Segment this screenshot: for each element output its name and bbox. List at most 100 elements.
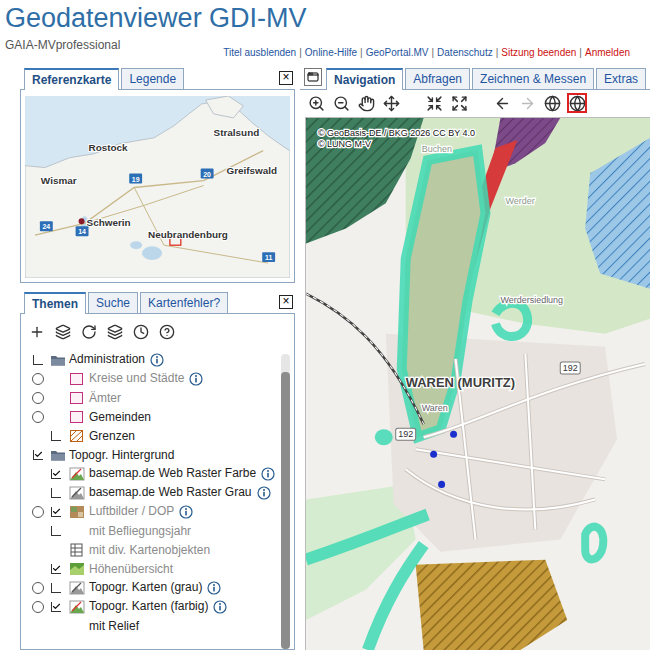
layer-label: Gemeinden bbox=[89, 410, 151, 424]
info-icon[interactable] bbox=[257, 486, 271, 500]
svg-text:11: 11 bbox=[265, 254, 272, 261]
layer-group[interactable]: Administration bbox=[29, 350, 281, 369]
svg-text:24: 24 bbox=[42, 223, 50, 230]
header-link[interactable]: Sitzung beenden bbox=[501, 47, 576, 58]
close-button[interactable]: × bbox=[279, 71, 293, 85]
layer-row[interactable]: basemap.de Web Raster Farbe bbox=[29, 464, 281, 483]
layer-row[interactable]: Topogr. Karten (grau) bbox=[29, 578, 281, 597]
tab[interactable]: Extras bbox=[596, 68, 646, 89]
map-attribution: © LUNG M-V bbox=[318, 139, 371, 149]
header-links: Titel ausblenden|Online-Hilfe|GeoPortal.… bbox=[223, 47, 630, 58]
clock-icon[interactable] bbox=[131, 322, 151, 342]
road-badge: 19 bbox=[129, 174, 142, 184]
layer-row[interactable]: mit div. Kartenobjekten bbox=[29, 540, 281, 559]
header-link[interactable]: Online-Hilfe bbox=[305, 47, 357, 58]
link-separator: | bbox=[360, 47, 363, 58]
zoom-in-icon[interactable] bbox=[306, 93, 326, 113]
layer-row[interactable]: mit Befliegungsjahr bbox=[29, 521, 281, 540]
tab[interactable]: Navigation bbox=[326, 68, 403, 90]
info-icon[interactable] bbox=[261, 467, 275, 481]
layer-group[interactable]: Topogr. Hintergrund bbox=[29, 445, 281, 464]
layer-row[interactable]: Höhenübersicht bbox=[29, 559, 281, 578]
layer-label: Ämter bbox=[89, 391, 121, 405]
layer-row[interactable]: Topogr. Karten (farbig) bbox=[29, 597, 281, 616]
layer-radio[interactable] bbox=[32, 582, 44, 594]
layer-checkbox[interactable] bbox=[51, 526, 61, 536]
layer-stack-icon[interactable] bbox=[105, 322, 125, 342]
forward-icon[interactable] bbox=[517, 93, 537, 113]
layer-checkbox[interactable] bbox=[51, 488, 61, 498]
window-icon[interactable] bbox=[304, 68, 322, 86]
info-icon[interactable] bbox=[213, 600, 227, 614]
info-icon[interactable] bbox=[150, 353, 164, 367]
layer-checkbox[interactable] bbox=[51, 564, 61, 574]
tab[interactable]: Referenzkarte bbox=[24, 68, 119, 90]
expand-icon[interactable] bbox=[449, 93, 469, 113]
layer-checkbox[interactable] bbox=[33, 450, 43, 460]
layer-row[interactable]: mit Relief bbox=[29, 616, 281, 635]
city-label: Neubrandenburg bbox=[148, 229, 228, 240]
layer-radio[interactable] bbox=[32, 373, 44, 385]
tab[interactable]: Suche bbox=[88, 292, 138, 313]
layer-checkbox[interactable] bbox=[51, 469, 61, 479]
close-button[interactable]: × bbox=[279, 295, 293, 309]
layer-row[interactable]: Grenzen bbox=[29, 426, 281, 445]
info-icon[interactable] bbox=[189, 372, 203, 386]
add-layer-icon[interactable] bbox=[27, 322, 47, 342]
back-icon[interactable] bbox=[492, 93, 512, 113]
layer-row[interactable]: basemap.de Web Raster Grau bbox=[29, 483, 281, 502]
svg-text:192: 192 bbox=[563, 363, 578, 373]
layer-radio[interactable] bbox=[32, 506, 44, 518]
map-canvas[interactable]: WAREN (MURITZ)WarenWerdersiedlungWerderB… bbox=[306, 118, 650, 650]
layer-checkbox[interactable] bbox=[51, 507, 61, 517]
layer-checkbox[interactable] bbox=[51, 602, 61, 612]
grey-raster-icon bbox=[69, 581, 85, 595]
app-subtitle: GAIA-MVprofessional bbox=[5, 38, 120, 52]
reference-map[interactable]: StralsundRostockGreifswaldWismarSchwerin… bbox=[25, 96, 290, 278]
polygon-symbol-icon bbox=[69, 391, 85, 405]
tab[interactable]: Themen bbox=[24, 292, 86, 314]
tab[interactable]: Legende bbox=[121, 68, 184, 89]
road-badge: 24 bbox=[40, 221, 53, 231]
layers-icon[interactable] bbox=[53, 322, 73, 342]
check-icon bbox=[52, 506, 61, 517]
header-link[interactable]: Datenschutz bbox=[437, 47, 493, 58]
tab[interactable]: Zeichnen & Messen bbox=[472, 68, 594, 89]
layer-row[interactable]: Kreise und Städte bbox=[29, 369, 281, 388]
left-column: ReferenzkarteLegende × StralsundRostockGre… bbox=[20, 66, 295, 650]
header-link[interactable]: GeoPortal.MV bbox=[366, 47, 429, 58]
header-link[interactable]: Titel ausblenden bbox=[223, 47, 296, 58]
shrink-icon[interactable] bbox=[424, 93, 444, 113]
themes-toolbar bbox=[21, 314, 294, 348]
layer-row[interactable]: Luftbilder / DOP bbox=[29, 502, 281, 521]
svg-text:19: 19 bbox=[132, 176, 140, 183]
tab[interactable]: Abfragen bbox=[405, 68, 470, 89]
info-icon[interactable] bbox=[179, 505, 193, 519]
folder-icon bbox=[50, 448, 66, 462]
layer-checkbox[interactable] bbox=[51, 431, 61, 441]
refresh-icon[interactable] bbox=[79, 322, 99, 342]
globe-icon[interactable] bbox=[542, 93, 562, 113]
map-view[interactable]: WAREN (MURITZ)WarenWerdersiedlungWerderB… bbox=[305, 117, 650, 650]
check-icon bbox=[52, 563, 61, 574]
layer-radio[interactable] bbox=[32, 392, 44, 404]
layer-label: basemap.de Web Raster Grau bbox=[89, 485, 271, 500]
scrollbar[interactable] bbox=[281, 354, 290, 649]
header-link[interactable]: Anmelden bbox=[585, 47, 630, 58]
polygon-symbol-icon bbox=[69, 372, 85, 386]
navigation-toolbar bbox=[300, 90, 650, 115]
move-icon[interactable] bbox=[381, 93, 401, 113]
pan-icon[interactable] bbox=[356, 93, 376, 113]
layer-row[interactable]: Gemeinden bbox=[29, 407, 281, 426]
layer-checkbox[interactable] bbox=[51, 583, 61, 593]
help-icon[interactable] bbox=[157, 322, 177, 342]
layer-radio[interactable] bbox=[32, 601, 44, 613]
zoom-out-icon[interactable] bbox=[331, 93, 351, 113]
info-icon[interactable] bbox=[207, 581, 221, 595]
layer-radio[interactable] bbox=[32, 411, 44, 423]
tab[interactable]: Kartenfehler? bbox=[140, 292, 228, 313]
layer-row[interactable]: Ämter bbox=[29, 388, 281, 407]
layer-checkbox[interactable] bbox=[33, 355, 43, 365]
link-separator: | bbox=[579, 47, 582, 58]
globe-icon[interactable] bbox=[567, 93, 587, 113]
